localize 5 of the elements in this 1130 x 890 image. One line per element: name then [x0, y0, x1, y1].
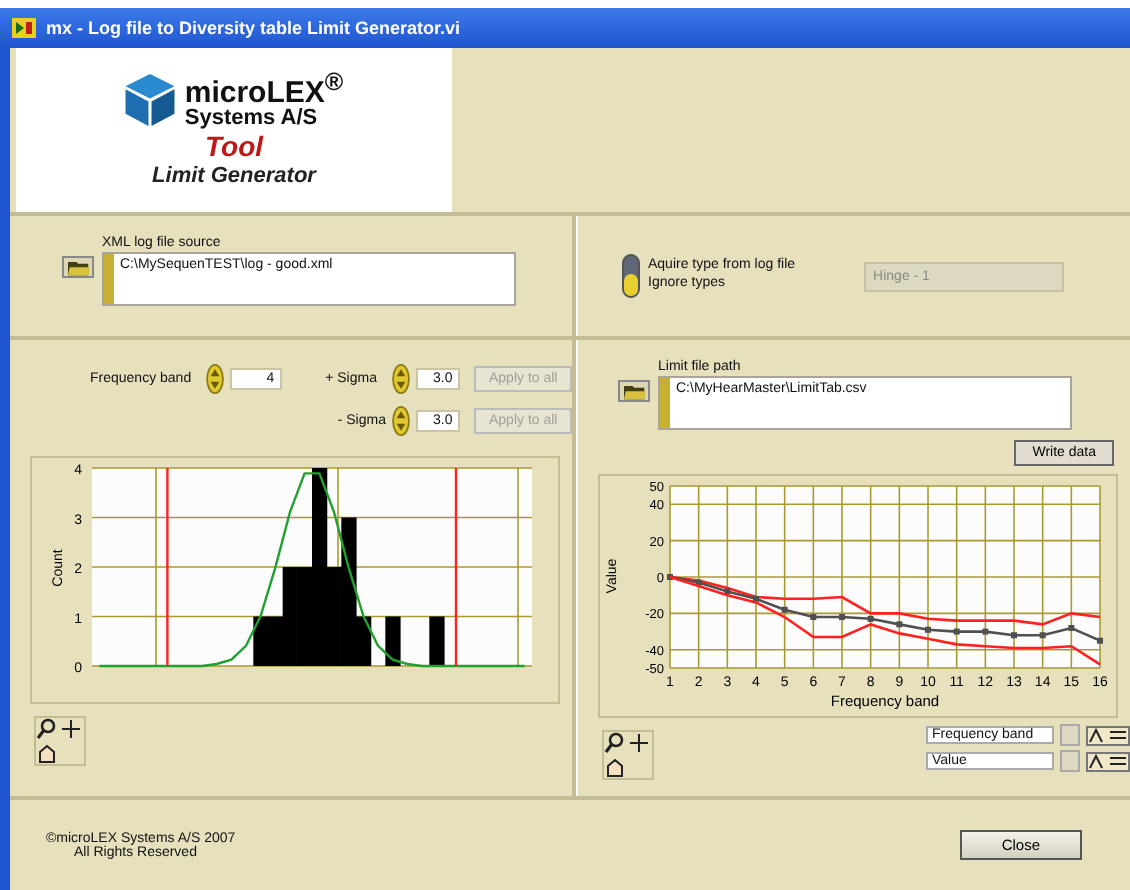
logo-product: Tool: [204, 129, 264, 162]
logo-subtitle: Limit Generator: [152, 161, 316, 191]
logo-company: Systems A/S: [184, 107, 320, 130]
window-title: mx - Log file to Diversity table Limit Generator.vi: [46, 18, 461, 38]
logo-name: microLEX$^{®}$: [184, 69, 344, 108]
